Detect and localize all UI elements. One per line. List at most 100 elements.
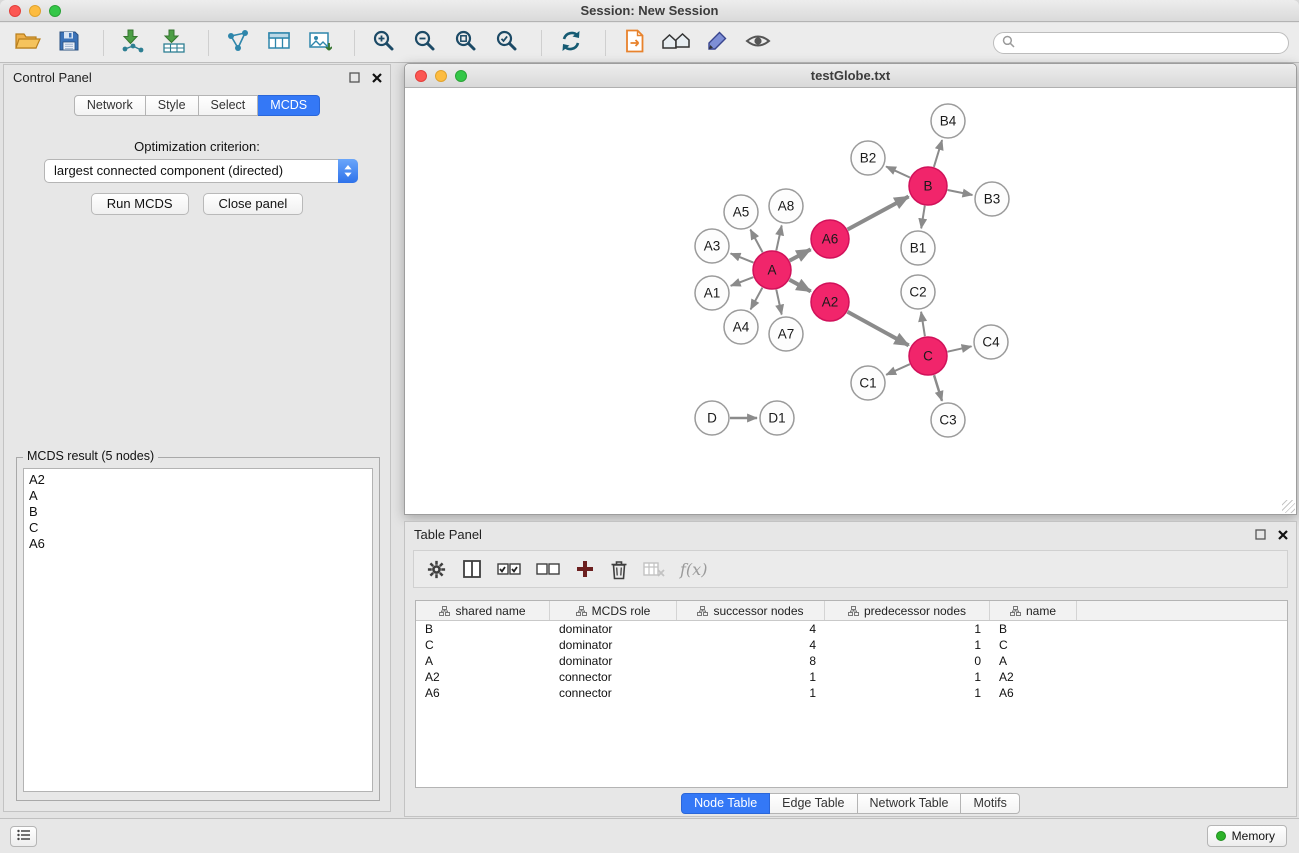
graph-node-B3[interactable]: B3: [975, 182, 1009, 216]
mcds-result-item[interactable]: A6: [24, 536, 372, 552]
graph-edge-A-A7[interactable]: [776, 290, 781, 315]
graph-node-B1[interactable]: B1: [901, 231, 935, 265]
run-mcds-button[interactable]: Run MCDS: [91, 193, 189, 215]
graph-edge-C-C1[interactable]: [886, 364, 910, 375]
table-row[interactable]: Cdominator41C: [416, 637, 1287, 653]
graph-edge-A-A2[interactable]: [790, 280, 811, 292]
graph-node-C2[interactable]: C2: [901, 275, 935, 309]
graph-node-D[interactable]: D: [695, 401, 729, 435]
tab-network[interactable]: Network: [74, 95, 146, 116]
optimization-dropdown[interactable]: largest connected component (directed): [44, 159, 358, 183]
graph-edge-A2-C[interactable]: [848, 312, 909, 346]
column-header-MCDS-role[interactable]: MCDS role: [550, 601, 677, 620]
graph-node-A6[interactable]: A6: [811, 220, 849, 258]
graph-edge-A-A6[interactable]: [790, 249, 811, 260]
graph-edge-A-A5[interactable]: [750, 230, 762, 253]
float-panel-icon[interactable]: [349, 72, 360, 83]
column-visibility-button[interactable]: [462, 559, 482, 579]
refresh-network-button[interactable]: [553, 28, 589, 58]
delete-table-button[interactable]: [643, 560, 665, 578]
mcds-result-item[interactable]: A: [24, 488, 372, 504]
graph-edge-C-C2[interactable]: [921, 312, 925, 336]
graph-node-D1[interactable]: D1: [760, 401, 794, 435]
graph-node-B4[interactable]: B4: [931, 104, 965, 138]
float-panel-icon[interactable]: [1255, 529, 1266, 540]
show-hide-graphics-button[interactable]: [740, 28, 776, 58]
function-builder-button[interactable]: f(x): [680, 560, 707, 579]
mcds-result-item[interactable]: C: [24, 520, 372, 536]
graph-edge-B-B4[interactable]: [934, 140, 942, 167]
tab-edge-table[interactable]: Edge Table: [770, 793, 857, 814]
graph-node-B[interactable]: B: [909, 167, 947, 205]
minimize-window-button[interactable]: [29, 5, 41, 17]
graph-node-A3[interactable]: A3: [695, 229, 729, 263]
apply-style-button[interactable]: [699, 28, 735, 58]
close-panel-icon[interactable]: [1278, 530, 1288, 540]
tab-network-table[interactable]: Network Table: [858, 793, 962, 814]
table-row[interactable]: A2connector11A2: [416, 669, 1287, 685]
graph-node-A7[interactable]: A7: [769, 317, 803, 351]
column-header-predecessor-nodes[interactable]: predecessor nodes: [825, 601, 990, 620]
tab-style[interactable]: Style: [146, 95, 199, 116]
table-row[interactable]: Adominator80A: [416, 653, 1287, 669]
save-session-button[interactable]: [51, 28, 87, 58]
graph-edge-A-A4[interactable]: [751, 288, 763, 310]
graph-edge-B-B2[interactable]: [886, 167, 910, 178]
graph-node-C1[interactable]: C1: [851, 366, 885, 400]
network-canvas[interactable]: B4B2BB3A5A8A6B1A3AC2A1A2A4A7C4CC1C3DD1: [405, 88, 1296, 514]
resize-grip[interactable]: [1282, 500, 1295, 513]
mcds-result-list[interactable]: A2ABCA6: [23, 468, 373, 792]
close-panel-icon[interactable]: [372, 73, 382, 83]
network-close-button[interactable]: [415, 70, 427, 82]
delete-rows-button[interactable]: [610, 559, 628, 580]
graph-node-A5[interactable]: A5: [724, 195, 758, 229]
graph-edge-C-C4[interactable]: [948, 346, 972, 351]
graph-node-A1[interactable]: A1: [695, 276, 729, 310]
import-table-file-button[interactable]: [156, 28, 192, 58]
close-window-button[interactable]: [9, 5, 21, 17]
graph-node-A2[interactable]: A2: [811, 283, 849, 321]
column-header-name[interactable]: name: [990, 601, 1077, 620]
zoom-selected-button[interactable]: [489, 28, 525, 58]
graph-edge-A6-B[interactable]: [848, 197, 909, 230]
settings-gear-button[interactable]: [426, 559, 447, 580]
zoom-window-button[interactable]: [49, 5, 61, 17]
tab-mcds[interactable]: MCDS: [258, 95, 320, 116]
network-window-titlebar[interactable]: testGlobe.txt: [405, 64, 1296, 88]
graph-edge-B-B1[interactable]: [921, 206, 925, 229]
table-row[interactable]: Bdominator41B: [416, 621, 1287, 637]
graph-edge-A-A1[interactable]: [731, 277, 754, 286]
zoom-fit-button[interactable]: [448, 28, 484, 58]
column-header-shared-name[interactable]: shared name: [416, 601, 550, 620]
graph-edge-C-C3[interactable]: [934, 375, 942, 401]
graph-node-A8[interactable]: A8: [769, 189, 803, 223]
zoom-in-button[interactable]: [366, 28, 402, 58]
close-panel-button[interactable]: Close panel: [203, 193, 304, 215]
import-network-file-button[interactable]: [115, 28, 151, 58]
new-network-button[interactable]: [220, 28, 256, 58]
mcds-result-item[interactable]: B: [24, 504, 372, 520]
graph-node-C3[interactable]: C3: [931, 403, 965, 437]
open-document-button[interactable]: [617, 28, 653, 58]
tab-node-table[interactable]: Node Table: [681, 793, 770, 814]
search-field[interactable]: [993, 32, 1289, 54]
mcds-result-item[interactable]: A2: [24, 472, 372, 488]
home-button[interactable]: [658, 28, 694, 58]
graph-node-B2[interactable]: B2: [851, 141, 885, 175]
deselect-all-rows-button[interactable]: [536, 561, 560, 577]
network-minimize-button[interactable]: [435, 70, 447, 82]
graph-edge-B-B3[interactable]: [948, 190, 973, 195]
graph-edge-A-A8[interactable]: [776, 226, 781, 251]
add-row-button[interactable]: [575, 559, 595, 579]
new-table-button[interactable]: [261, 28, 297, 58]
graph-node-C[interactable]: C: [909, 337, 947, 375]
search-input[interactable]: [1020, 36, 1280, 50]
open-file-button[interactable]: [10, 28, 46, 58]
task-history-button[interactable]: [10, 826, 37, 847]
tab-select[interactable]: Select: [199, 95, 259, 116]
table-row[interactable]: A6connector11A6: [416, 685, 1287, 701]
graph-node-A4[interactable]: A4: [724, 310, 758, 344]
memory-button[interactable]: Memory: [1207, 825, 1287, 847]
column-header-successor-nodes[interactable]: successor nodes: [677, 601, 825, 620]
select-all-rows-button[interactable]: [497, 561, 521, 577]
